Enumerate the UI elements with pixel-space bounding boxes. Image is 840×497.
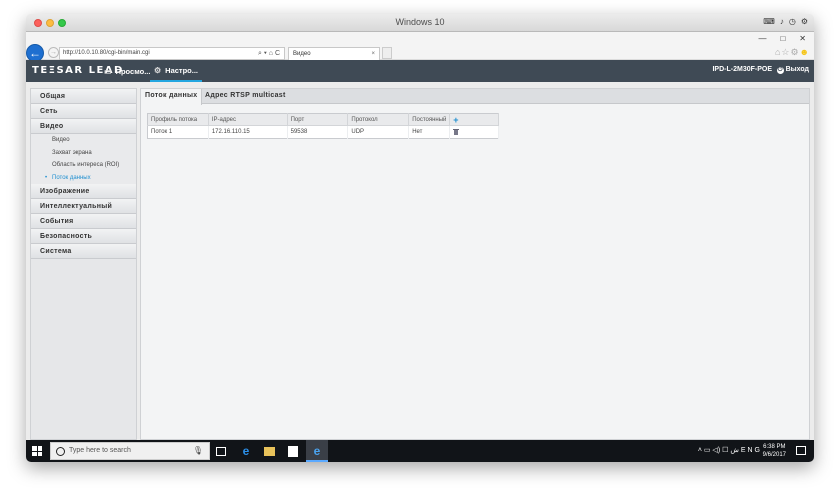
mic-icon[interactable]: 🎙 [193, 446, 203, 455]
cell-ip: 172.16.110.15 [208, 125, 288, 139]
edge-icon[interactable]: e [240, 445, 252, 457]
mic-icon: ♪ [779, 17, 784, 26]
stream-table: Профиль потока IP-адрес Порт Протокол По… [147, 113, 499, 139]
video-submenu: Видео Захват экрана Область интереса (RO… [31, 134, 136, 184]
clock-icon: ◷ [788, 17, 796, 26]
windows-logo-pane [37, 446, 42, 451]
delete-stream-button[interactable] [449, 125, 499, 139]
browser-toolbar: — □ ✕ ← → http://10.0.10.80/cgi-bin/main… [26, 32, 814, 62]
cortana-icon [56, 447, 65, 456]
file-explorer-icon[interactable] [264, 447, 275, 456]
browser-tab[interactable]: Видео × [288, 47, 380, 60]
internet-explorer-icon[interactable]: e [311, 445, 323, 457]
store-icon[interactable] [288, 446, 298, 457]
cell-profile: Поток 1 [147, 125, 209, 139]
nav-preview[interactable]: ▭ Просмо... [100, 60, 154, 82]
main-panel: Поток данных Адрес RTSP multicast Профил… [140, 88, 810, 440]
monitor-icon: ▭ [104, 66, 112, 76]
address-text: http://10.0.10.80/cgi-bin/main.cgi [63, 50, 150, 56]
windows-taskbar: Type here to search 🎙 e e ˄ ▭ ◁) ☐ ش ENG… [26, 440, 814, 462]
os-window: Windows 10 ⌨ ♪ ◷ ⚙ — □ ✕ ← → http://10.0… [26, 14, 814, 462]
address-tools[interactable]: ⌕ ▾ ⌂ C [258, 48, 280, 59]
browser-window-controls: — □ ✕ [758, 34, 806, 43]
clock-date: 9/6/2017 [762, 452, 786, 458]
keyboard-icon: ⌨ [763, 17, 775, 26]
cell-port: 59538 [287, 125, 349, 139]
logout-label: Выход [785, 66, 809, 73]
content-area: Общая Сеть Видео Видео Захват экрана Обл… [26, 82, 814, 440]
sidebar-subitem-stream[interactable]: • Поток данных [31, 171, 136, 184]
notifications-icon[interactable] [796, 446, 806, 455]
windows-logo-pane [32, 451, 37, 456]
taskbar-search[interactable]: Type here to search 🎙 [50, 442, 210, 460]
os-window-title: Windows 10 [395, 17, 445, 27]
sidebar-subitem-roi[interactable]: Область интереса (ROI) [31, 159, 136, 172]
browser-tab-title: Видео [293, 51, 311, 57]
sidebar-item-network[interactable]: Сеть [31, 104, 136, 119]
mac-tray-icons: ⌨ ♪ ◷ ⚙ [763, 17, 808, 26]
task-view-icon[interactable] [216, 447, 226, 456]
sidebar-item-general[interactable]: Общая [31, 89, 136, 104]
col-header-permanent: Постоянный [408, 113, 451, 126]
minimize-icon[interactable]: — [758, 34, 766, 43]
os-titlebar: Windows 10 ⌨ ♪ ◷ ⚙ [26, 14, 814, 32]
cell-protocol: UDP [347, 125, 410, 139]
sidebar-item-events[interactable]: События [31, 214, 136, 229]
windows-logo-icon [32, 446, 37, 451]
new-tab-button[interactable] [382, 47, 392, 59]
device-name: IPD-L-2M30F-POE [712, 66, 772, 73]
close-icon[interactable]: ✕ [799, 34, 806, 43]
sidebar-subitem-capture[interactable]: Захват экрана [31, 146, 136, 159]
sidebar: Общая Сеть Видео Видео Захват экрана Обл… [30, 88, 137, 440]
gear-icon: ⚙ [154, 65, 162, 75]
gear-icon: ⚙ [800, 17, 808, 26]
tab-rtsp-multicast[interactable]: Адрес RTSP multicast [201, 89, 290, 104]
forward-button[interactable]: → [48, 47, 59, 58]
active-bullet-icon: • [45, 174, 48, 181]
close-tab-icon[interactable]: × [371, 48, 375, 60]
clock-time: 6:38 PM [763, 444, 786, 450]
sidebar-item-system[interactable]: Система [31, 244, 136, 259]
tab-stream[interactable]: Поток данных [141, 89, 203, 105]
col-header-ip: IP-адрес [208, 113, 288, 126]
restore-icon[interactable]: □ [780, 34, 785, 43]
browser-right-icons[interactable]: ⌂☆⚙☻ [775, 47, 810, 58]
taskbar-search-placeholder: Type here to search [69, 447, 131, 454]
sidebar-item-image[interactable]: Изображение [31, 184, 136, 199]
sidebar-item-intelligent[interactable]: Интеллектуальный [31, 199, 136, 214]
trash-icon[interactable] [453, 128, 460, 135]
col-header-profile: Профиль потока [147, 113, 209, 126]
sidebar-item-security[interactable]: Безопасность [31, 229, 136, 244]
sidebar-subitem-video[interactable]: Видео [31, 134, 136, 147]
home-star-gear-icons[interactable]: ⌂☆⚙ [775, 47, 800, 57]
plus-icon[interactable]: + [453, 115, 458, 125]
tab-bar: Поток данных Адрес RTSP multicast [141, 89, 809, 105]
app-header: TEΞSAR LEAD ▭ Просмо... ⚙ Настро... IPD-… [26, 60, 814, 82]
add-stream-button[interactable]: + [449, 113, 499, 126]
feedback-smiley-icon[interactable]: ☻ [800, 47, 810, 57]
table-row[interactable]: Поток 1 172.16.110.15 59538 UDP Нет [147, 125, 499, 139]
nav-settings[interactable]: ⚙ Настро... [150, 60, 203, 82]
nav-settings-label: Настро... [165, 65, 199, 75]
nav-preview-label: Просмо... [115, 66, 151, 76]
taskbar-clock[interactable]: 6:38 PM 9/6/2017 [763, 443, 786, 459]
sidebar-item-video[interactable]: Видео [31, 119, 136, 134]
sidebar-subitem-stream-label: Поток данных [52, 174, 91, 181]
address-bar[interactable]: http://10.0.10.80/cgi-bin/main.cgi ⌕ ▾ ⌂… [59, 47, 285, 60]
windows-logo-pane [37, 451, 42, 456]
start-button[interactable] [32, 446, 42, 456]
power-icon: ⏻ [776, 67, 784, 74]
logout-button[interactable]: ⏻ Выход [776, 66, 809, 74]
col-header-protocol: Протокол [347, 113, 410, 126]
table-header-row: Профиль потока IP-адрес Порт Протокол По… [147, 113, 499, 126]
system-tray[interactable]: ˄ ▭ ◁) ☐ ش ENG [698, 446, 762, 454]
col-header-port: Порт [287, 113, 349, 126]
cell-permanent: Нет [408, 125, 451, 139]
